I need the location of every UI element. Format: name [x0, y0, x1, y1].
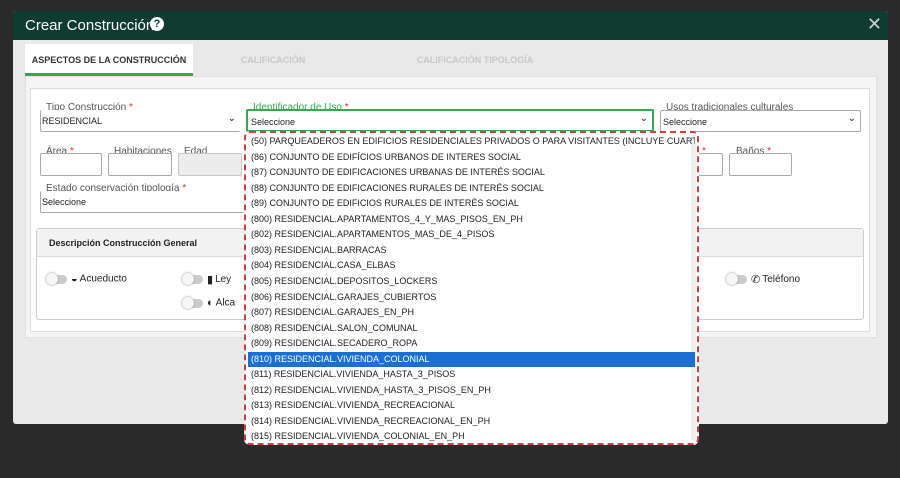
dropdown-option[interactable]: (805) RESIDENCIAL.DEPOSITOS_LOCKERS — [248, 274, 695, 289]
dropdown-option[interactable]: (814) RESIDENCIAL.VIVIENDA_RECREACIONAL_… — [248, 414, 695, 429]
modal-title: Crear Construcción — [25, 17, 155, 34]
dropdown-option[interactable]: (803) RESIDENCIAL.BARRACAS — [248, 243, 695, 258]
dropdown-option[interactable]: (806) RESIDENCIAL.GARAJES_CUBIERTOS — [248, 290, 695, 305]
usos-tradicionales-value: Seleccione — [663, 117, 708, 127]
dropdown-option[interactable]: (815) RESIDENCIAL.VIVIENDA_COLONIAL_EN_P… — [248, 429, 695, 443]
acueducto-toggle[interactable] — [46, 272, 67, 285]
dropdown-option[interactable]: (804) RESIDENCIAL.CASA_ELBAS — [248, 258, 695, 273]
modal-header: Crear Construcción ? ✕ — [13, 11, 888, 40]
service-alcantarillado: ◐ Alca — [182, 296, 236, 309]
tab-aspectos[interactable]: ASPECTOS DE LA CONSTRUCCIÓN — [25, 44, 193, 76]
close-icon[interactable]: ✕ — [867, 14, 882, 34]
dropdown-option[interactable]: (810) RESIDENCIAL.VIVIENDA_COLONIAL — [248, 351, 695, 367]
chevron-down-icon: ⌄ — [639, 113, 648, 124]
dropdown-option[interactable]: (87) CONJUNTO DE EDIFICACIONES URBANAS D… — [248, 165, 695, 180]
ley-toggle[interactable] — [182, 273, 203, 285]
partial-input[interactable] — [698, 153, 723, 176]
edad-input — [178, 153, 242, 176]
tab-calificacion[interactable]: CALIFICACIÓN — [193, 44, 353, 76]
half-circle-icon: ◐ — [207, 297, 214, 309]
tipo-construccion-select[interactable]: RESIDENCIAL ⌄ — [40, 110, 240, 132]
identificador-uso-dropdown: (50) PARQUEADEROS EN EDIFICIOS RESIDENCI… — [244, 131, 699, 445]
dropdown-option[interactable]: (802) RESIDENCIAL.APARTAMENTOS_MAS_DE_4_… — [248, 227, 695, 242]
dropdown-option[interactable]: (813) RESIDENCIAL.VIVIENDA_RECREACIONAL — [248, 398, 695, 413]
estado-conservacion-value: Seleccione — [42, 197, 87, 207]
habitaciones-input[interactable] — [108, 153, 172, 176]
acueducto-label: Acueducto — [79, 273, 127, 285]
section-title: Descripción Construcción General — [49, 238, 198, 248]
service-ley: ▮ Ley — [182, 273, 232, 286]
dropdown-option[interactable]: (809) RESIDENCIAL.SECADERO_ROPA — [248, 336, 695, 351]
dropdown-option[interactable]: (50) PARQUEADEROS EN EDIFICIOS RESIDENCI… — [248, 134, 695, 149]
dropdown-option[interactable]: (812) RESIDENCIAL.VIVIENDA_HASTA_3_PISOS… — [248, 383, 695, 398]
help-icon[interactable]: ? — [150, 17, 164, 31]
area-input[interactable] — [40, 153, 102, 176]
ley-label: Ley — [215, 274, 232, 286]
alcantarillado-label: Alca — [215, 297, 236, 309]
dropdown-option[interactable]: (88) CONJUNTO DE EDIFICACIONES RURALES D… — [248, 181, 695, 196]
identificador-uso-value: Seleccione — [251, 117, 296, 127]
dropdown-option[interactable]: (86) CONJUNTO DE EDIFÍCIOS URBANOS DE IN… — [248, 150, 695, 165]
phone-icon: ✆ — [751, 274, 761, 286]
dropdown-option[interactable]: (807) RESIDENCIAL.GARAJES_EN_PH — [248, 305, 695, 320]
chevron-down-icon: ⌄ — [847, 113, 856, 124]
alcantarillado-toggle[interactable] — [182, 296, 203, 309]
estado-conservacion-select[interactable]: Seleccione — [40, 191, 245, 213]
water-drop-icon: ◒ — [71, 273, 78, 285]
chevron-down-icon: ⌄ — [227, 113, 236, 124]
banos-input[interactable] — [729, 153, 792, 176]
tab-calificacion-tipologia[interactable]: CALIFICACIÓN TIPOLOGÍA — [355, 44, 595, 76]
dropdown-option[interactable]: (800) RESIDENCIAL.APARTAMENTOS_4_Y_MAS_P… — [248, 212, 695, 227]
dropdown-option[interactable]: (811) RESIDENCIAL.VIVIENDA_HASTA_3_PISOS — [248, 367, 695, 382]
identificador-uso-select[interactable]: Seleccione ⌄ — [246, 109, 654, 132]
dropdown-option[interactable]: (89) CONJUNTO DE EDIFICIOS RURALES DE IN… — [248, 196, 695, 211]
book-icon: ▮ — [207, 274, 214, 286]
service-acueducto: ◒ Acueducto — [46, 272, 127, 285]
tipo-construccion-value: RESIDENCIAL — [42, 116, 103, 126]
tab-bar: ASPECTOS DE LA CONSTRUCCIÓN CALIFICACIÓN… — [25, 44, 877, 76]
service-telefono: ✆ Teléfono — [726, 273, 801, 286]
usos-tradicionales-select[interactable]: Seleccione ⌄ — [660, 110, 861, 132]
telefono-label: Teléfono — [762, 274, 801, 286]
dropdown-option[interactable]: (808) RESIDENCIAL.SALON_COMUNAL — [248, 321, 695, 336]
telefono-toggle[interactable] — [726, 273, 747, 285]
